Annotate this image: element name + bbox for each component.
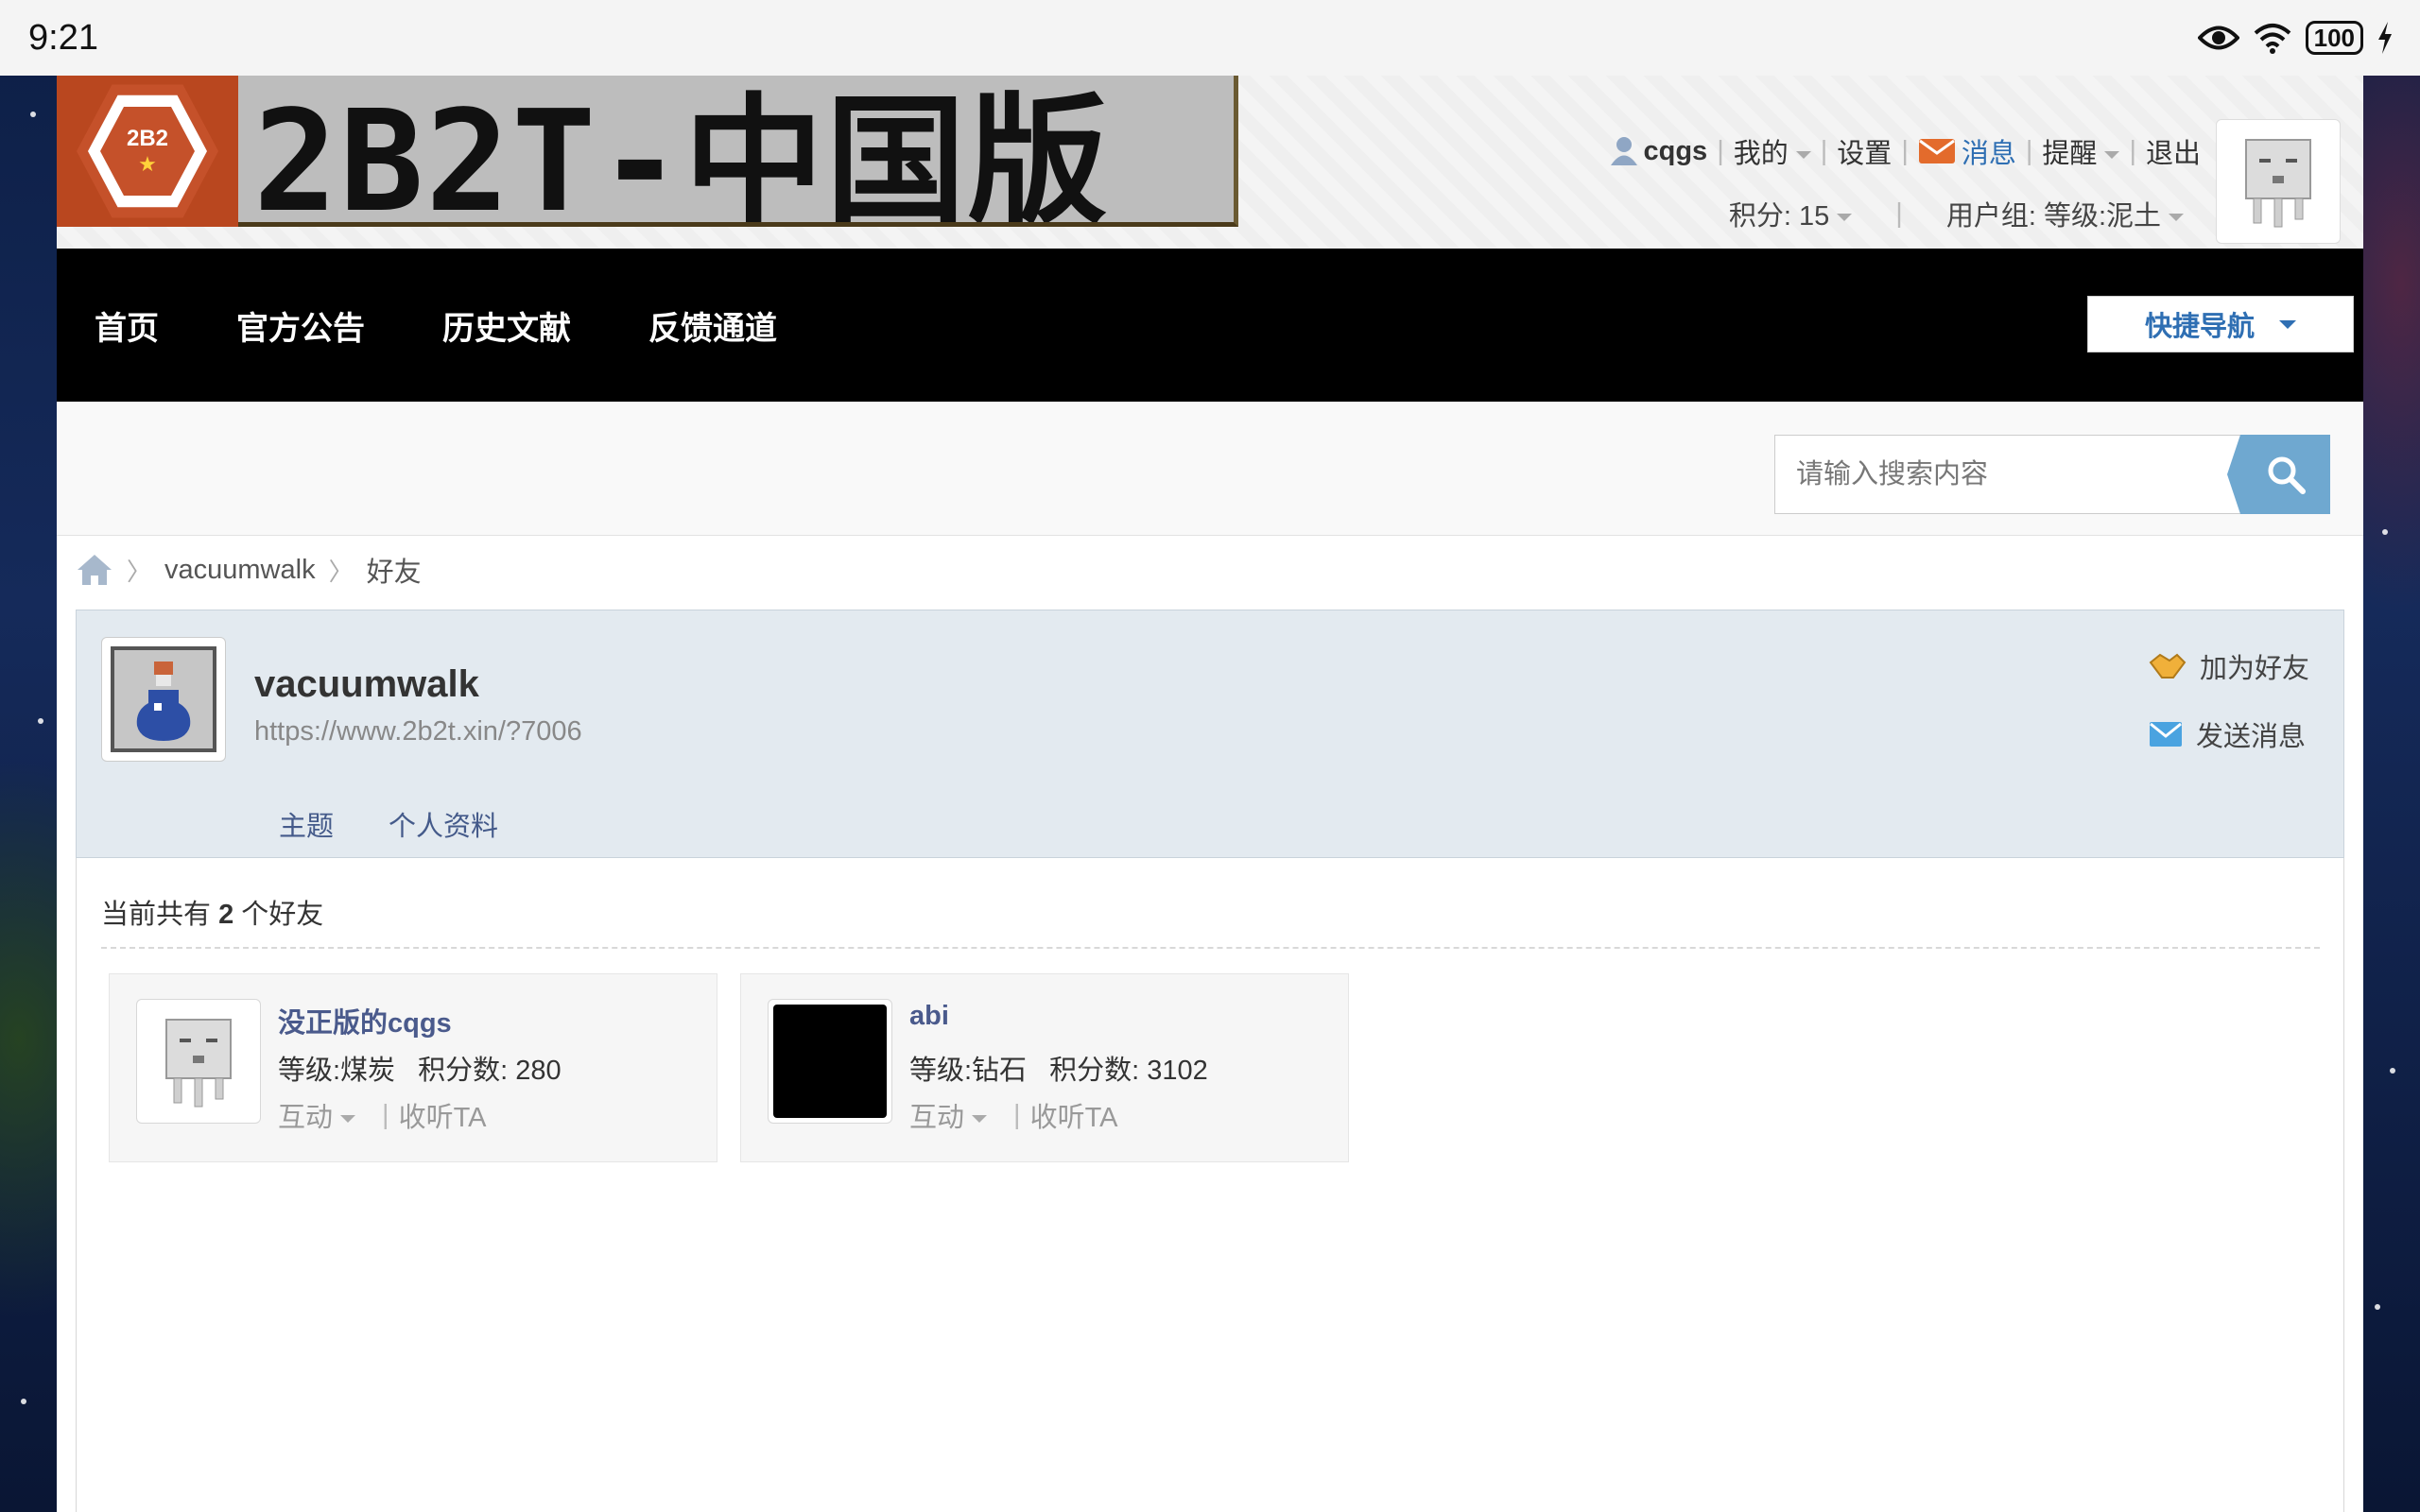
friend-avatar[interactable] — [136, 999, 261, 1124]
logo-badge-text: 2B2 — [126, 126, 169, 151]
friend-actions: 互动 | 收听TA — [909, 1095, 1117, 1135]
ghast-avatar-icon — [165, 1019, 232, 1108]
profile-name: vacuumwalk — [254, 663, 479, 705]
ghast-avatar-icon — [2245, 139, 2311, 228]
home-icon[interactable] — [76, 553, 113, 587]
breadcrumb: 〉 vacuumwalk 〉 好友 — [76, 546, 422, 593]
settings-link[interactable]: 设置 — [1837, 131, 1892, 171]
potion-avatar-icon — [111, 646, 216, 752]
friends-content: 当前共有 2 个好友 没正版的cqgs 等级:煤炭 积分数: 280 互动 | … — [76, 858, 2344, 1512]
nav-items: 首页 官方公告 历史文献 反馈通道 — [95, 249, 855, 402]
friend-card: 没正版的cqgs 等级:煤炭 积分数: 280 互动 | 收听TA — [109, 973, 717, 1162]
black-avatar-image — [773, 1005, 887, 1118]
friend-level: 等级:煤炭 — [278, 1056, 396, 1086]
wifi-icon — [2254, 24, 2290, 54]
search-icon — [2268, 456, 2306, 494]
friend-level: 等级:钻石 — [909, 1056, 1028, 1086]
reminders-menu[interactable]: 提醒 — [2042, 131, 2120, 171]
status-time: 9:21 — [28, 17, 98, 58]
nav-item-feedback[interactable]: 反馈通道 — [648, 302, 777, 349]
my-menu[interactable]: 我的 — [1734, 131, 1811, 171]
nav-item-history[interactable]: 历史文献 — [442, 302, 571, 349]
friend-name-link[interactable]: abi — [909, 1001, 949, 1032]
site-banner[interactable]: 2B2T-中国版 — [238, 76, 1238, 227]
main-nav: 首页 官方公告 历史文献 反馈通道 快捷导航 — [57, 249, 2363, 402]
search-band — [57, 402, 2363, 536]
profile-actions: 加为好友 发送消息 — [2149, 646, 2309, 754]
profile-avatar[interactable] — [101, 637, 226, 762]
star — [2382, 529, 2388, 535]
friend-actions: 互动 | 收听TA — [278, 1095, 486, 1135]
banner-title: 2B2T-中国版 — [253, 80, 1110, 227]
profile-header: vacuumwalk https://www.2b2t.xin/?7006 主题… — [76, 610, 2344, 858]
search-input[interactable] — [1796, 458, 2244, 490]
status-icons: 100 — [2197, 21, 2394, 55]
battery-indicator: 100 — [2305, 21, 2363, 55]
username-link[interactable]: cqgs — [1644, 136, 1708, 167]
interact-menu[interactable]: 互动 — [909, 1095, 988, 1135]
quick-nav-button[interactable]: 快捷导航 — [2087, 296, 2354, 352]
friend-count-value: 2 — [218, 900, 234, 930]
friend-info: 等级:煤炭 积分数: 280 — [278, 1048, 562, 1088]
star — [2390, 1068, 2395, 1074]
friend-avatar[interactable] — [768, 999, 892, 1124]
follow-link[interactable]: 收听TA — [399, 1095, 487, 1135]
breadcrumb-user[interactable]: vacuumwalk — [164, 555, 316, 586]
chevron-down-icon — [1837, 214, 1853, 222]
messages-link[interactable]: 消息 — [1918, 131, 2016, 171]
avatar[interactable] — [2216, 119, 2341, 244]
breadcrumb-current[interactable]: 好友 — [367, 550, 422, 590]
search-button[interactable] — [2227, 435, 2330, 514]
site-header: 2B2 ★ 2B2T-中国版 cqgs | 我的 | 设置 | 消息 | 提醒 … — [57, 76, 2363, 249]
tab-threads[interactable]: 主题 — [279, 804, 334, 844]
friend-count-summary: 当前共有 2 个好友 — [101, 900, 324, 930]
friend-info: 等级:钻石 积分数: 3102 — [909, 1048, 1208, 1088]
user-icon — [1610, 137, 1637, 165]
breadcrumb-separator: 〉 — [127, 557, 152, 586]
search-field[interactable] — [1774, 435, 2245, 514]
divider — [101, 947, 2320, 949]
charging-icon — [2378, 22, 2392, 54]
star — [30, 112, 36, 117]
breadcrumb-separator: 〉 — [328, 557, 354, 586]
send-message-button[interactable]: 发送消息 — [2149, 714, 2309, 754]
system-status-bar: 9:21 100 — [0, 0, 2420, 76]
credits-menu[interactable]: 积分: 15 — [1729, 194, 1853, 233]
envelope-icon — [2149, 722, 2182, 747]
star — [38, 718, 43, 724]
site-logo[interactable]: 2B2 ★ — [57, 76, 238, 227]
nav-item-home[interactable]: 首页 — [95, 302, 159, 349]
star — [21, 1399, 26, 1404]
chevron-down-icon — [972, 1115, 988, 1124]
add-friend-button[interactable]: 加为好友 — [2149, 646, 2309, 686]
star — [2375, 1304, 2380, 1310]
chevron-down-icon — [1795, 151, 1811, 160]
chevron-down-icon — [2169, 214, 2184, 222]
user-menu: cqgs | 我的 | 设置 | 消息 | 提醒 | 退出 — [1610, 130, 2201, 172]
star-icon: ★ — [138, 152, 157, 176]
logo-hexagon: 2B2 ★ — [77, 84, 218, 218]
profile-url[interactable]: https://www.2b2t.xin/?7006 — [254, 716, 582, 747]
logout-link[interactable]: 退出 — [2146, 131, 2201, 171]
friend-name-link[interactable]: 没正版的cqgs — [278, 1001, 452, 1040]
follow-link[interactable]: 收听TA — [1030, 1095, 1118, 1135]
tab-profile[interactable]: 个人资料 — [389, 804, 498, 844]
friend-points: 积分数: 280 — [418, 1056, 562, 1086]
handshake-icon — [2149, 653, 2187, 679]
friend-points: 积分数: 3102 — [1049, 1056, 1208, 1086]
mail-icon — [1918, 139, 1955, 163]
user-group-menu[interactable]: 用户组: 等级:泥土 — [1946, 194, 2184, 233]
web-page: 2B2 ★ 2B2T-中国版 cqgs | 我的 | 设置 | 消息 | 提醒 … — [57, 76, 2363, 1512]
eye-icon — [2197, 26, 2239, 50]
battery-level: 100 — [2313, 23, 2355, 52]
chevron-down-icon — [2279, 319, 2296, 329]
credits-bar: 积分: 15 | 用户组: 等级:泥土 — [1729, 193, 2184, 234]
friend-card: abi 等级:钻石 积分数: 3102 互动 | 收听TA — [740, 973, 1349, 1162]
chevron-down-icon — [2104, 151, 2120, 160]
chevron-down-icon — [340, 1115, 356, 1124]
profile-tabs: 主题 个人资料 — [279, 804, 498, 844]
interact-menu[interactable]: 互动 — [278, 1095, 356, 1135]
nav-item-announcements[interactable]: 官方公告 — [236, 302, 365, 349]
